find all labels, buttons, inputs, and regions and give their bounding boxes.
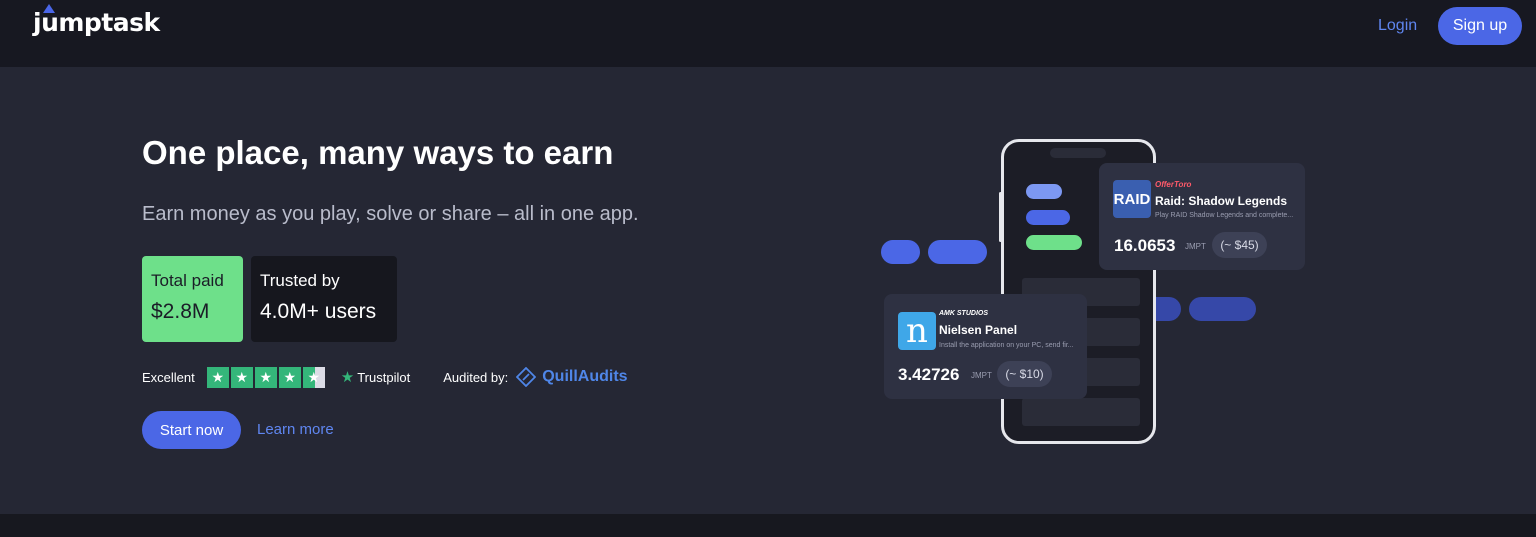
- offer-name: Raid: Shadow Legends: [1155, 194, 1288, 208]
- stat-total-paid: Total paid $2.8M: [142, 256, 243, 342]
- offer-unit: JMPT: [1185, 242, 1206, 251]
- offer-description: Install the application on your PC, send…: [939, 342, 1074, 349]
- star-icon: ★: [278, 366, 301, 388]
- offer-name: Nielsen Panel: [939, 323, 1018, 337]
- offer-amount: 16.0653: [1114, 236, 1176, 255]
- half-star-icon: ★: [302, 366, 325, 388]
- signup-button[interactable]: Sign up: [1438, 7, 1522, 45]
- offer-card-nielsen: n AMK STUDIOS Nielsen Panel Install the …: [884, 294, 1087, 399]
- logo-arrow-icon: [43, 4, 55, 13]
- star-icon: ★: [254, 366, 277, 388]
- star-icon: ★: [230, 366, 253, 388]
- offer-brand: AMK STUDIOS: [939, 310, 988, 317]
- learn-more-link[interactable]: Learn more: [257, 421, 334, 438]
- trustpilot-stars[interactable]: ★ ★ ★ ★ ★: [206, 366, 327, 388]
- footer-band: [0, 514, 1536, 537]
- rating-word: Excellent: [142, 369, 195, 385]
- phone-side-button: [999, 192, 1002, 242]
- offer-description: Play RAID Shadow Legends and complete...: [1155, 212, 1294, 219]
- offer-card-raid: RAID OfferToro Raid: Shadow Legends Play…: [1099, 163, 1305, 270]
- star-icon: ★: [206, 366, 229, 388]
- audited-label: Audited by:: [443, 369, 509, 385]
- quillaudits-icon: [516, 367, 537, 387]
- phone-notch: [1050, 148, 1106, 158]
- offer-thumbnail: n: [898, 311, 936, 351]
- phone-pill: [1026, 210, 1070, 225]
- trustpilot-star-icon: ★: [340, 369, 355, 386]
- stat-value: 4.0M+ users: [260, 300, 377, 323]
- offer-usd-badge: (~ $10): [997, 361, 1052, 387]
- start-now-button[interactable]: Start now: [142, 411, 241, 449]
- stat-trusted-by: Trusted by 4.0M+ users: [251, 256, 397, 342]
- offer-unit: JMPT: [971, 371, 992, 380]
- hero-title: One place, many ways to earn: [142, 134, 614, 171]
- trust-row: Excellent ★ ★ ★ ★ ★ ★ Trustpilot Audited…: [142, 366, 628, 388]
- phone-pill: [1026, 184, 1062, 199]
- stat-value: $2.8M: [151, 300, 210, 323]
- stat-label: Trusted by: [260, 271, 340, 290]
- offer-amount: 3.42726: [898, 365, 960, 384]
- offer-brand: OfferToro: [1155, 180, 1192, 189]
- top-navigation-bar: jumptask Login Sign up: [0, 0, 1536, 67]
- phone-row: [1022, 398, 1140, 426]
- decor-pill: [1189, 297, 1256, 321]
- decor-pill: [928, 240, 987, 264]
- login-link[interactable]: Login: [1378, 17, 1417, 35]
- phone-pill: [1026, 235, 1082, 250]
- quillaudits-link[interactable]: QuillAudits: [542, 368, 627, 386]
- offer-usd-badge: (~ $45): [1212, 232, 1267, 258]
- offer-thumbnail: RAID: [1113, 180, 1151, 218]
- stat-label: Total paid: [151, 271, 224, 290]
- decor-pill: [881, 240, 920, 264]
- trustpilot-label[interactable]: Trustpilot: [357, 370, 410, 385]
- hero-subtitle: Earn money as you play, solve or share –…: [142, 203, 639, 225]
